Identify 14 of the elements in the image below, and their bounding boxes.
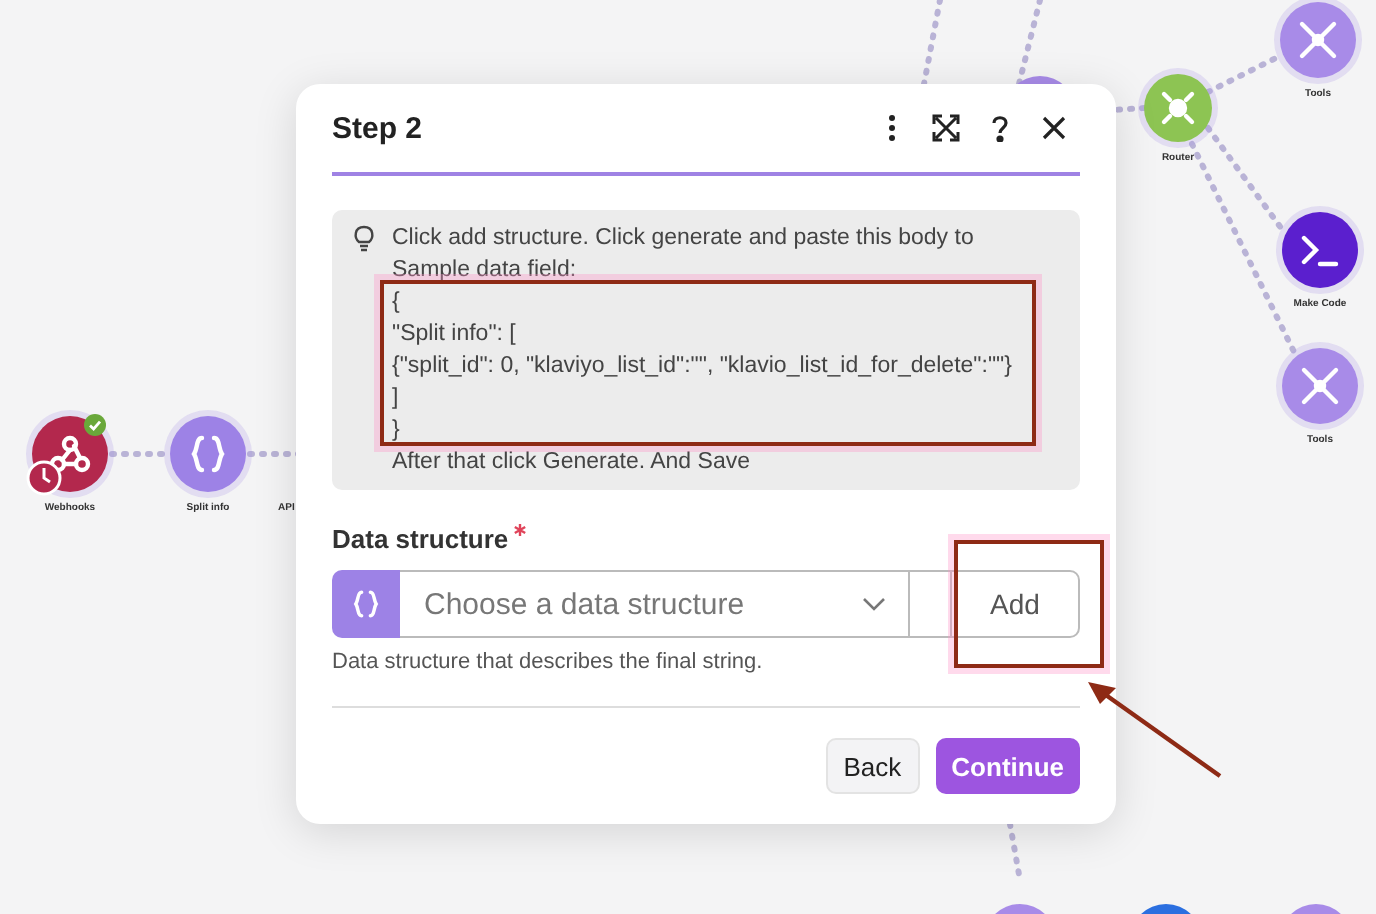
back-button[interactable]: Back (825, 738, 920, 794)
dialog-title: Step 2 (332, 111, 423, 145)
code-line: } (392, 416, 402, 446)
help-text: Data structure that describes the final string. (332, 650, 765, 674)
code-line: ] (392, 384, 401, 414)
select-field[interactable]: Choose a data structure (400, 570, 950, 638)
code-line: "Split info": [ (392, 320, 518, 350)
code-line: {"split_id": 0, "klaviyo_list_id":"", "klavio_list_id_for_delete":""} (392, 352, 1012, 382)
add-button[interactable]: Add (950, 570, 1080, 638)
field-label: Data structure (332, 524, 509, 554)
hint-text: After that click Generate. And Save (392, 448, 752, 478)
continue-button[interactable]: Continue (935, 738, 1080, 794)
code-line: { (392, 288, 402, 318)
hint-text: Click add structure. Click generate and paste this body to Sample data field: (392, 224, 976, 286)
